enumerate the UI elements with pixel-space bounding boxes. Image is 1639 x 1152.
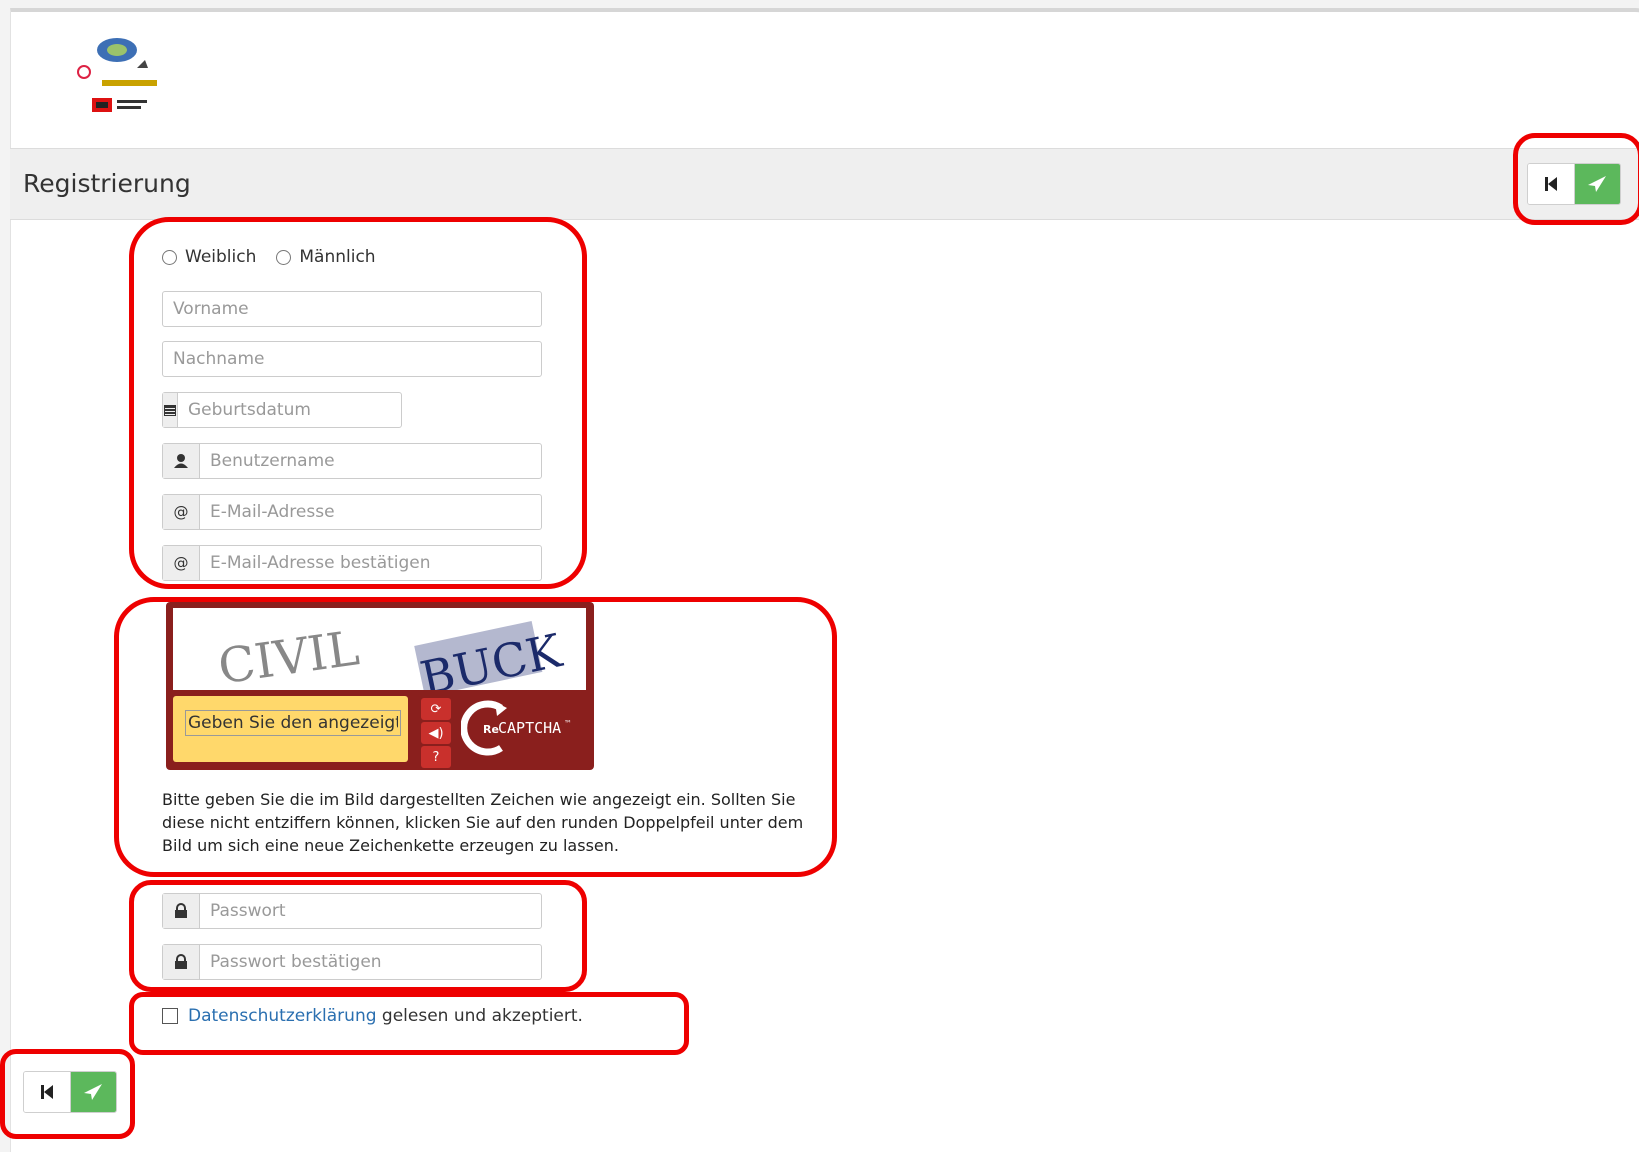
radio-female[interactable] bbox=[162, 249, 177, 265]
captcha-input-box bbox=[173, 696, 408, 762]
email-field: @ bbox=[162, 494, 542, 530]
recaptcha-logo-text: CAPTCHA bbox=[498, 719, 561, 737]
recaptcha-logo: Re CAPTCHA ™ bbox=[461, 700, 572, 756]
send-icon bbox=[1588, 176, 1607, 192]
last-name-input[interactable] bbox=[163, 342, 541, 376]
birthdate-input[interactable] bbox=[178, 393, 417, 427]
back-button[interactable] bbox=[1528, 164, 1575, 204]
username-input[interactable] bbox=[200, 444, 541, 478]
captcha-help-text: Bitte geben Sie die im Bild dargestellte… bbox=[162, 790, 804, 855]
first-icon bbox=[40, 1085, 53, 1099]
radio-female-label: Weiblich bbox=[185, 247, 257, 267]
privacy-text: gelesen und akzeptiert. bbox=[376, 1006, 583, 1026]
password-input[interactable] bbox=[200, 894, 541, 928]
audio-icon: ◀) bbox=[428, 725, 444, 741]
captcha-refresh-button[interactable]: ⟳ bbox=[421, 698, 451, 720]
gender-radio-group: Weiblich Männlich bbox=[162, 247, 396, 267]
email-confirm-input[interactable] bbox=[200, 546, 541, 580]
privacy-link[interactable]: Datenschutzerklärung bbox=[188, 1006, 377, 1026]
top-action-buttons bbox=[1527, 163, 1621, 205]
first-name-input[interactable] bbox=[163, 292, 541, 326]
recaptcha-logo-re: Re bbox=[483, 723, 499, 736]
password-confirm-field bbox=[162, 944, 542, 980]
refresh-icon: ⟳ bbox=[430, 701, 442, 717]
password-field bbox=[162, 893, 542, 929]
password-confirm-input[interactable] bbox=[200, 945, 541, 979]
user-icon bbox=[163, 444, 200, 478]
first-name-field bbox=[162, 291, 542, 327]
username-field bbox=[162, 443, 542, 479]
calendar-icon bbox=[163, 393, 178, 427]
last-name-field bbox=[162, 341, 542, 377]
lock-icon bbox=[163, 894, 200, 928]
logo bbox=[77, 38, 157, 112]
header-bar: Registrierung bbox=[10, 148, 1639, 220]
help-icon: ? bbox=[432, 749, 440, 765]
radio-male-label: Männlich bbox=[299, 247, 376, 267]
at-icon: @ bbox=[163, 495, 200, 529]
radio-male[interactable] bbox=[276, 249, 292, 265]
birthdate-field bbox=[162, 392, 417, 428]
recaptcha-logo-tm: ™ bbox=[564, 719, 572, 728]
submit-button[interactable] bbox=[70, 1072, 116, 1112]
at-icon: @ bbox=[163, 546, 200, 580]
submit-button[interactable] bbox=[1574, 164, 1620, 204]
send-icon bbox=[84, 1084, 103, 1100]
captcha-input[interactable] bbox=[185, 710, 401, 736]
privacy-checkbox[interactable] bbox=[162, 1008, 178, 1024]
lock-icon bbox=[163, 945, 200, 979]
page-title: Registrierung bbox=[23, 169, 191, 198]
back-button[interactable] bbox=[24, 1072, 71, 1112]
email-confirm-field: @ bbox=[162, 545, 542, 581]
privacy-consent: Datenschutzerklärung gelesen und akzepti… bbox=[162, 1006, 583, 1026]
captcha-widget: CIVIL BUCK ⟳ ◀) ? Re CAPTCHA ™ bbox=[166, 602, 594, 770]
bottom-action-buttons bbox=[23, 1071, 117, 1113]
captcha-image: CIVIL BUCK bbox=[173, 608, 586, 690]
captcha-help-button[interactable]: ? bbox=[421, 746, 451, 768]
captcha-audio-button[interactable]: ◀) bbox=[421, 722, 451, 744]
first-icon bbox=[1544, 177, 1557, 191]
captcha-word-1: CIVIL bbox=[215, 620, 363, 690]
email-input[interactable] bbox=[200, 495, 541, 529]
